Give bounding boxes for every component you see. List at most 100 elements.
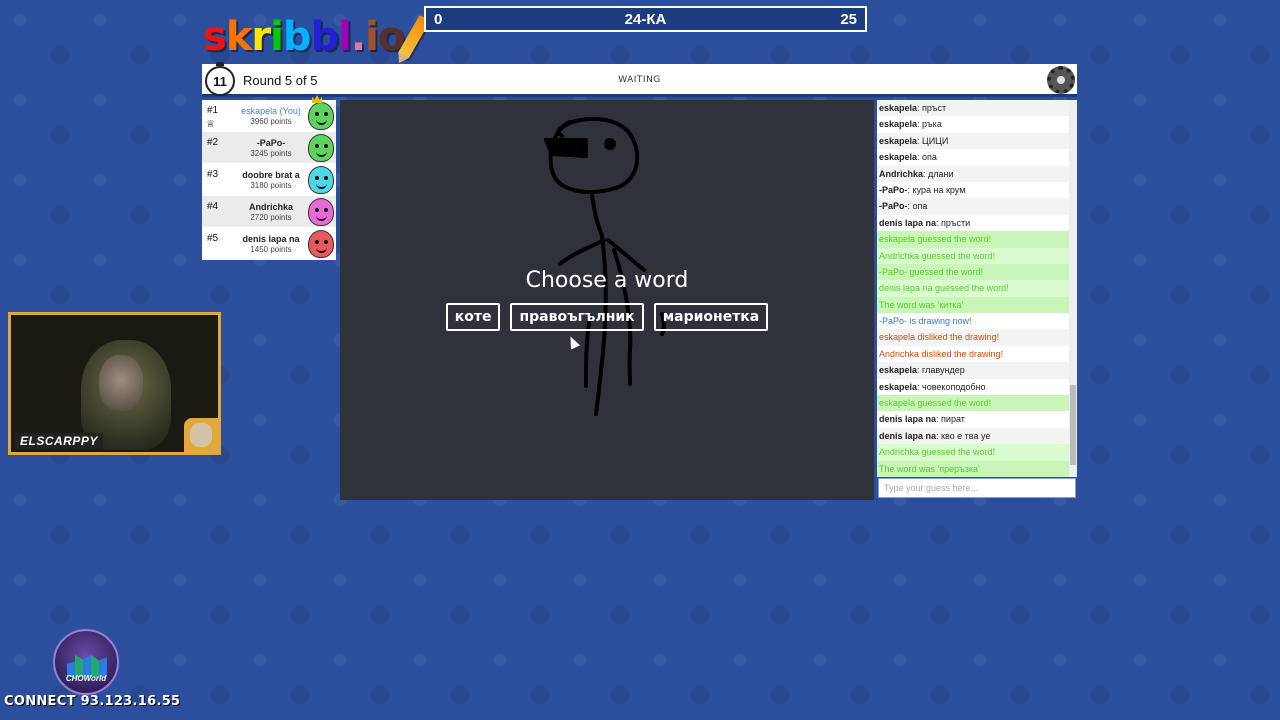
chat-message: eskapela guessed the word! — [877, 395, 1069, 412]
chat-message: The word was 'китка' — [877, 296, 1069, 314]
scrollbar-thumb[interactable] — [1070, 385, 1076, 465]
player-row[interactable]: #2 -PaPo- 3245 points — [202, 132, 336, 164]
stick-figure-drawing — [544, 116, 666, 416]
chat-text: The word was 'преръзка' — [879, 463, 980, 474]
chat-message: -PaPo- is drawing now! — [877, 313, 1069, 329]
chat-message: -PaPo-: кура на крум — [877, 182, 1069, 198]
player-points: 3960 points — [250, 117, 292, 126]
chat-text: eskapela disliked the drawing! — [879, 332, 1000, 343]
streamer-face — [99, 355, 143, 411]
chat-text: кво е тва уе — [941, 430, 991, 441]
game-header: 11 Round 5 of 5 WAITING — [202, 62, 1077, 97]
chat-text: Andrichka guessed the word! — [879, 447, 996, 458]
word-choices: коте правоъгълник марионетка — [340, 303, 874, 331]
logo-letter: s — [203, 14, 227, 60]
logo-letter: k — [225, 14, 253, 60]
chat-author: eskapela — [879, 152, 918, 163]
chat-author: eskapela — [879, 103, 918, 113]
chat-message: denis lapa na guessed the word! — [877, 280, 1069, 297]
logo-letter: i — [270, 14, 284, 60]
player-rank: #1 — [207, 105, 219, 116]
player-avatar — [308, 134, 334, 162]
player-avatar — [308, 198, 334, 226]
player-name: eskapela (You) — [241, 106, 301, 116]
chat-scrollbar[interactable] — [1069, 100, 1077, 477]
player-row[interactable]: #1 ♕ eskapela (You) 3960 points — [202, 95, 336, 132]
chat-author: denis lapa na — [879, 430, 937, 441]
word-choice-button[interactable]: коте — [445, 303, 501, 331]
chat-text: опа — [912, 201, 928, 212]
player-row[interactable]: #4 Andrichka 2720 points — [202, 196, 336, 228]
logo-text: skribbl.io — [203, 14, 405, 60]
chat-text: длани — [928, 168, 954, 179]
player-avatar — [308, 102, 334, 130]
chat-message: eskapela: ръка — [877, 116, 1069, 132]
player-points: 1450 points — [250, 245, 292, 254]
server-logo-badge: CHOWorld — [53, 629, 119, 695]
streamer-webcam: ELSCARPPY — [8, 312, 221, 455]
player-points: 3180 points — [250, 181, 292, 190]
player-avatar — [308, 166, 334, 194]
chat-author: eskapela — [879, 365, 918, 376]
chat-text: пръсти — [941, 217, 971, 228]
player-name: -PaPo- — [256, 138, 286, 148]
left-score: 0 — [434, 10, 443, 28]
chat-message: eskapela: опа — [877, 149, 1069, 165]
player-points: 3245 points — [250, 149, 292, 158]
chat-message: eskapela: човекоподобно — [877, 379, 1069, 395]
chat-text: Andrichka disliked the drawing! — [879, 348, 1004, 359]
chat-message: Andrichka guessed the word! — [877, 444, 1069, 461]
drawing-canvas[interactable]: Choose a word коте правоъгълник марионетка — [340, 100, 874, 500]
chat-text: ръка — [922, 119, 942, 130]
player-name: doobre brat a — [242, 170, 300, 180]
game-status: WAITING — [618, 75, 661, 85]
logo-letter: . — [350, 14, 366, 60]
chat-text: човекоподобно — [922, 381, 986, 392]
word-bar: 0 24-КА 25 — [424, 6, 867, 32]
word-choice-button[interactable]: правоъгълник — [510, 303, 644, 331]
chat-message: eskapela: главундер — [877, 362, 1069, 379]
chat-text: опа — [922, 152, 937, 163]
player-rank: #4 — [207, 201, 219, 212]
chat-text: The word was 'китка' — [879, 299, 964, 310]
badge-text: CHOWorld — [65, 674, 107, 683]
guess-input[interactable] — [878, 478, 1076, 498]
chat-message: -PaPo-: опа — [877, 198, 1069, 215]
logo-letter: b — [310, 14, 340, 60]
chat-text: пират — [941, 414, 965, 425]
player-avatar — [308, 230, 334, 258]
player-name: denis lapa na — [242, 234, 300, 244]
owner-crown-icon: ♕ — [206, 119, 215, 130]
player-rank: #5 — [207, 233, 219, 244]
player-points: 2720 points — [250, 213, 292, 222]
chat-text: eskapela guessed the word! — [879, 234, 992, 245]
logo-letter: i — [365, 14, 379, 60]
player-name: Andrichka — [248, 202, 293, 212]
chat-text: кура на крум — [912, 184, 966, 195]
choose-word-title: Choose a word — [525, 268, 689, 293]
chat-message: denis lapa na: кво е тва уе — [877, 427, 1069, 445]
chat-message: -PaPo- guessed the word! — [877, 263, 1069, 281]
chat-text: ЦИЦИ — [922, 135, 949, 146]
chat-message: denis lapa na: пръсти — [877, 215, 1069, 231]
chat-message: eskapela: ЦИЦИ — [877, 132, 1069, 150]
chat-messages: eskapela: пръст eskapela: ръка eskapela: Ц… — [877, 100, 1069, 477]
player-list: #1 ♕ eskapela (You) 3960 points #2 -PaPo- 3245… — [202, 95, 336, 260]
chat-text: Andrichka guessed the word! — [879, 250, 996, 261]
settings-gear-icon[interactable] — [1047, 66, 1075, 94]
chat-author: Andrichka — [879, 168, 924, 179]
chat-message: Andrichka: длани — [877, 165, 1069, 182]
chat-message: denis lapa na: пират — [877, 411, 1069, 427]
chat-author: eskapela — [879, 119, 918, 130]
player-row[interactable]: #5 denis lapa na 1450 points — [202, 228, 336, 260]
logo-letter: b — [282, 14, 312, 60]
streamer-name: ELSCARPPY — [15, 433, 103, 449]
chat-message: Andrichka disliked the drawing! — [877, 346, 1069, 362]
word-choice-button[interactable]: марионетка — [653, 303, 769, 331]
chat-text: eskapela guessed the word! — [879, 398, 992, 409]
player-row[interactable]: #3 doobre brat a 3180 points — [202, 164, 336, 196]
chat-author: denis lapa na — [879, 414, 937, 425]
chat-text: -PaPo- guessed the word! — [879, 266, 984, 277]
player-rank: #2 — [207, 137, 219, 148]
chat-author: eskapela — [879, 381, 918, 392]
